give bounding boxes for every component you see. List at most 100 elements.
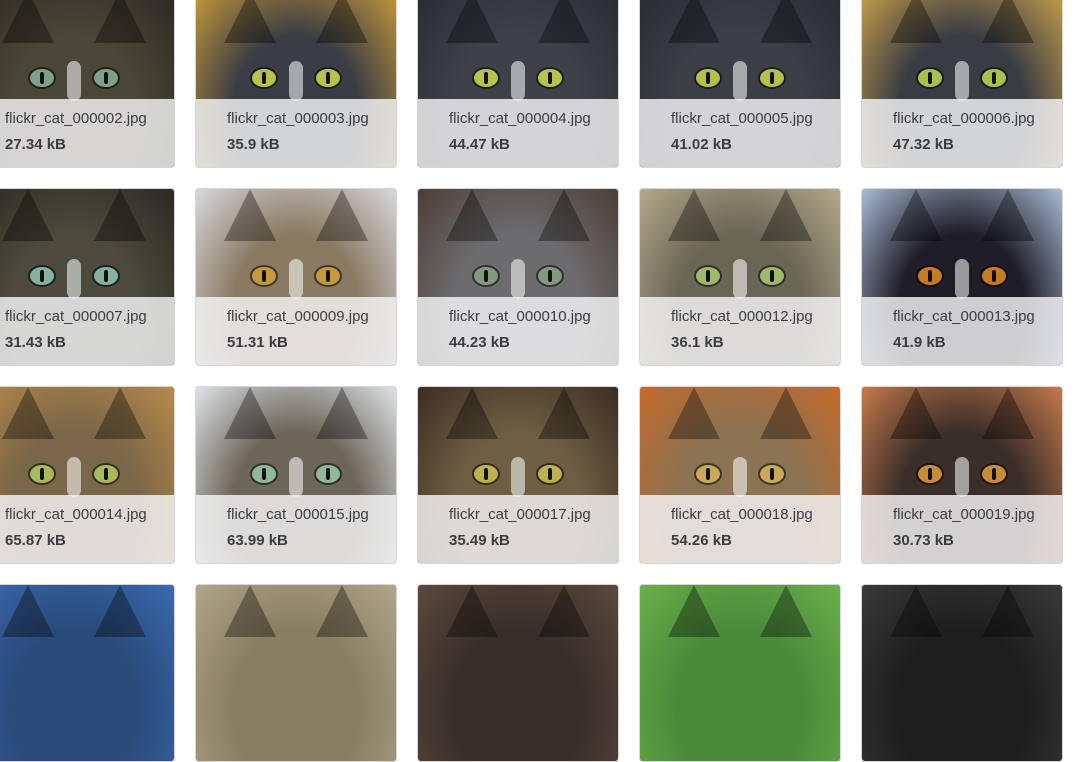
image-card[interactable]: flickr_cat_000002.jpg 27.34 kB: [0, 0, 175, 168]
file-size: 44.47 kB: [449, 136, 510, 153]
image-card[interactable]: flickr_cat_000019.jpg 30.73 kB: [861, 386, 1063, 564]
file-size: 63.99 kB: [227, 532, 288, 549]
image-card[interactable]: flickr_cat_000017.jpg 35.49 kB: [417, 386, 619, 564]
image-card[interactable]: [417, 584, 619, 762]
image-card[interactable]: flickr_cat_000018.jpg 54.26 kB: [639, 386, 841, 564]
cat-eye: [918, 267, 942, 285]
image-card[interactable]: flickr_cat_000004.jpg 44.47 kB: [417, 0, 619, 168]
cat-ear: [446, 189, 498, 241]
file-name: flickr_cat_000012.jpg: [671, 308, 813, 325]
cat-eye: [94, 69, 118, 87]
cat-eye: [982, 465, 1006, 483]
cat-ear: [224, 189, 276, 241]
image-caption: flickr_cat_000007.jpg 31.43 kB: [0, 297, 174, 365]
image-card[interactable]: flickr_cat_000010.jpg 44.23 kB: [417, 188, 619, 366]
image-card[interactable]: [195, 584, 397, 762]
file-size: 30.73 kB: [893, 532, 954, 549]
cat-ear: [446, 0, 498, 43]
cat-ear: [890, 387, 942, 439]
cat-nose: [289, 61, 303, 101]
cat-ear: [982, 585, 1034, 637]
cat-photo-thumbnail: [640, 585, 840, 761]
file-size: 41.9 kB: [893, 334, 946, 351]
image-card[interactable]: [0, 584, 175, 762]
cat-eye: [474, 267, 498, 285]
cat-nose: [955, 61, 969, 101]
cat-eye: [982, 69, 1006, 87]
cat-ear: [668, 585, 720, 637]
image-card[interactable]: flickr_cat_000015.jpg 63.99 kB: [195, 386, 397, 564]
image-card[interactable]: flickr_cat_000013.jpg 41.9 kB: [861, 188, 1063, 366]
file-size: 54.26 kB: [671, 532, 732, 549]
cat-ear: [538, 189, 590, 241]
cat-ear: [538, 387, 590, 439]
cat-eye: [474, 69, 498, 87]
cat-ear: [446, 387, 498, 439]
file-size: 47.32 kB: [893, 136, 954, 153]
cat-eye: [538, 267, 562, 285]
cat-ear: [94, 189, 146, 241]
image-card[interactable]: flickr_cat_000006.jpg 47.32 kB: [861, 0, 1063, 168]
file-name: flickr_cat_000007.jpg: [5, 308, 147, 325]
file-name: flickr_cat_000019.jpg: [893, 506, 1035, 523]
image-caption: flickr_cat_000019.jpg 30.73 kB: [862, 495, 1062, 563]
file-size: 27.34 kB: [5, 136, 66, 153]
file-size: 44.23 kB: [449, 334, 510, 351]
cat-eye: [30, 69, 54, 87]
cat-ear: [760, 387, 812, 439]
cat-eye: [696, 465, 720, 483]
image-card[interactable]: flickr_cat_000014.jpg 65.87 kB: [0, 386, 175, 564]
cat-nose: [511, 61, 525, 101]
cat-ear: [224, 585, 276, 637]
cat-ear: [316, 585, 368, 637]
image-caption: flickr_cat_000004.jpg 44.47 kB: [418, 99, 618, 167]
cat-ear: [538, 0, 590, 43]
cat-ear: [668, 0, 720, 43]
image-card[interactable]: [861, 584, 1063, 762]
cat-eye: [474, 465, 498, 483]
image-caption: flickr_cat_000018.jpg 54.26 kB: [640, 495, 840, 563]
file-size: 35.49 kB: [449, 532, 510, 549]
cat-ear: [446, 585, 498, 637]
file-size: 36.1 kB: [671, 334, 724, 351]
file-name: flickr_cat_000015.jpg: [227, 506, 369, 523]
cat-ear: [982, 189, 1034, 241]
cat-nose: [733, 259, 747, 299]
cat-ear: [760, 585, 812, 637]
image-caption: flickr_cat_000006.jpg 47.32 kB: [862, 99, 1062, 167]
cat-eye: [760, 69, 784, 87]
cat-ear: [2, 387, 54, 439]
image-caption: flickr_cat_000012.jpg 36.1 kB: [640, 297, 840, 365]
image-card[interactable]: flickr_cat_000007.jpg 31.43 kB: [0, 188, 175, 366]
image-card[interactable]: flickr_cat_000012.jpg 36.1 kB: [639, 188, 841, 366]
image-card[interactable]: flickr_cat_000003.jpg 35.9 kB: [195, 0, 397, 168]
cat-nose: [733, 457, 747, 497]
image-caption: flickr_cat_000010.jpg 44.23 kB: [418, 297, 618, 365]
image-gallery-grid: flickr_cat_000002.jpg 27.34 kB flickr_cat_…: [0, 0, 1075, 762]
file-name: flickr_cat_000013.jpg: [893, 308, 1035, 325]
cat-photo-thumbnail: [196, 585, 396, 761]
file-name: flickr_cat_000018.jpg: [671, 506, 813, 523]
cat-ear: [94, 585, 146, 637]
file-size: 65.87 kB: [5, 532, 66, 549]
cat-eye: [30, 267, 54, 285]
cat-nose: [289, 457, 303, 497]
image-card[interactable]: [639, 584, 841, 762]
cat-eye: [316, 69, 340, 87]
cat-ear: [982, 0, 1034, 43]
file-size: 35.9 kB: [227, 136, 280, 153]
cat-eye: [316, 465, 340, 483]
cat-ear: [538, 585, 590, 637]
cat-eye: [538, 69, 562, 87]
cat-eye: [30, 465, 54, 483]
image-card[interactable]: flickr_cat_000005.jpg 41.02 kB: [639, 0, 841, 168]
image-card[interactable]: flickr_cat_000009.jpg 51.31 kB: [195, 188, 397, 366]
cat-eye: [982, 267, 1006, 285]
cat-ear: [2, 189, 54, 241]
file-name: flickr_cat_000002.jpg: [5, 110, 147, 127]
cat-ear: [224, 0, 276, 43]
image-caption: flickr_cat_000002.jpg 27.34 kB: [0, 99, 174, 167]
cat-nose: [955, 457, 969, 497]
file-name: flickr_cat_000009.jpg: [227, 308, 369, 325]
cat-ear: [890, 189, 942, 241]
